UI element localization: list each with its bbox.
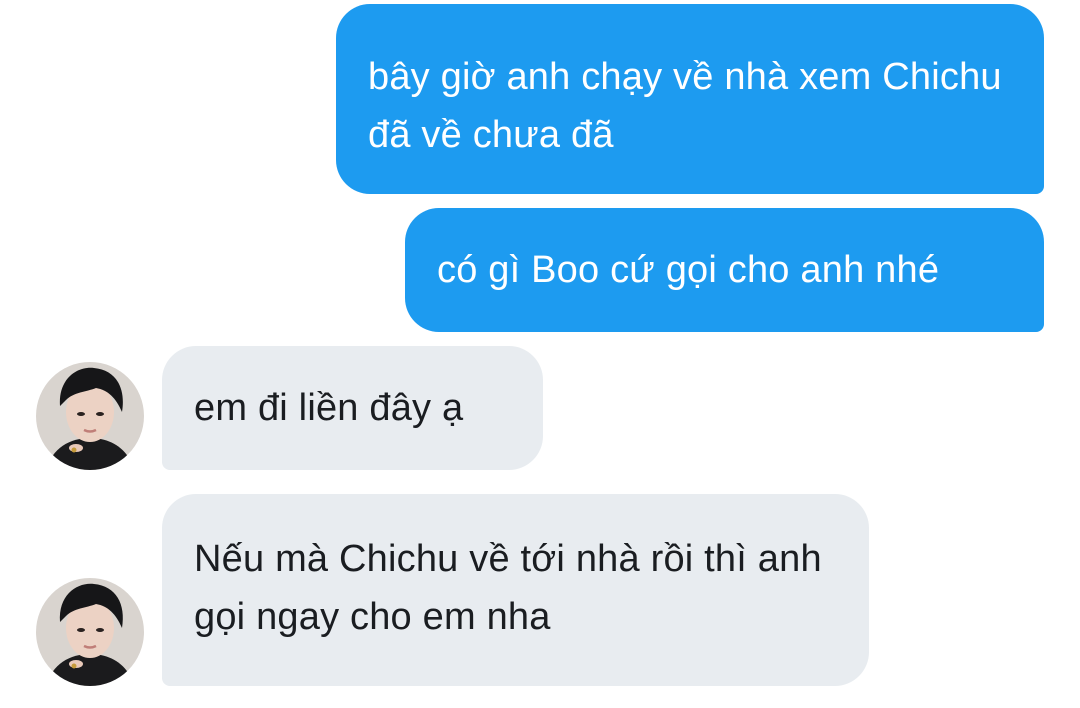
- message-text: Nếu mà Chichu về tới nhà rồi thì anh gọi…: [194, 538, 822, 638]
- outgoing-message-bubble[interactable]: có gì Boo cứ gọi cho anh nhé: [405, 208, 1044, 332]
- outgoing-message-bubble[interactable]: bây giờ anh chạy về nhà xem Chichu đã về…: [336, 4, 1044, 194]
- incoming-message-bubble[interactable]: Nếu mà Chichu về tới nhà rồi thì anh gọi…: [162, 494, 869, 686]
- chat-thread: bây giờ anh chạy về nhà xem Chichu đã về…: [0, 0, 1080, 708]
- incoming-message-bubble[interactable]: em đi liền đây ạ: [162, 346, 543, 470]
- contact-avatar[interactable]: [36, 362, 144, 470]
- message-text: bây giờ anh chạy về nhà xem Chichu đã về…: [368, 56, 1002, 156]
- avatar-photo-icon: [36, 578, 144, 686]
- contact-avatar[interactable]: [36, 578, 144, 686]
- message-text: em đi liền đây ạ: [194, 387, 464, 429]
- message-text: có gì Boo cứ gọi cho anh nhé: [437, 249, 940, 291]
- avatar-photo-icon: [36, 362, 144, 470]
